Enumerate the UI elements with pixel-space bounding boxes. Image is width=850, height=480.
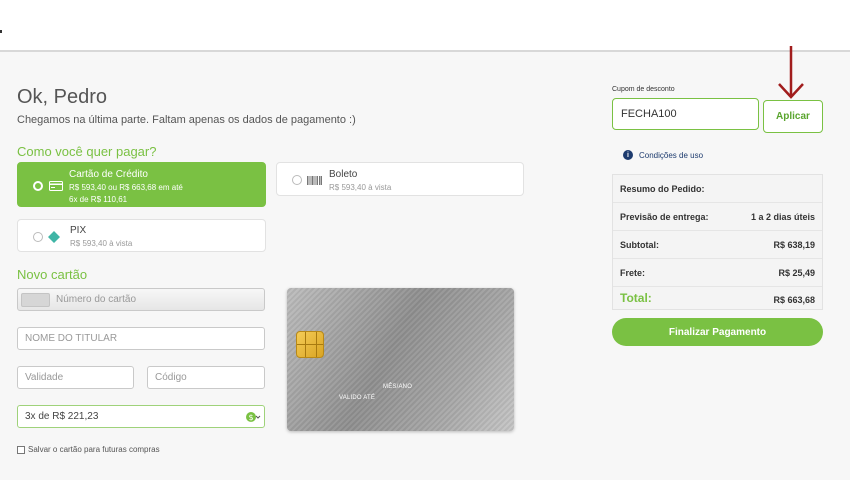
cvv-placeholder: Código — [155, 372, 187, 383]
payment-option-credit-card[interactable]: Cartão de Crédito R$ 593,40 ou R$ 663,68… — [17, 162, 266, 207]
card-preview-valid-label: VALIDO ATÉ — [339, 395, 376, 401]
delivery-label: Previsão de entrega: — [620, 211, 709, 222]
radio-credit-card[interactable] — [33, 181, 43, 191]
svg-text:$: $ — [248, 413, 253, 422]
cursor-mark — [0, 30, 2, 33]
summary-row-total: Total: R$ 663,68 — [613, 285, 822, 311]
shipping-label: Frete: — [620, 267, 646, 278]
payment-option-desc: R$ 593,40 ou R$ 663,68 em até — [69, 183, 183, 192]
delivery-value: 1 a 2 dias úteis — [750, 211, 815, 222]
summary-header: Resumo do Pedido: — [613, 175, 822, 203]
pix-icon — [48, 231, 60, 243]
installments-select[interactable]: 3x de R$ 221,23 $ — [17, 405, 265, 428]
payment-option-name: PIX — [70, 225, 87, 236]
summary-row-delivery: Previsão de entrega: 1 a 2 dias úteis — [613, 203, 822, 231]
payment-option-desc: R$ 593,40 à vista — [329, 183, 392, 192]
page-title: Ok, Pedro — [17, 86, 108, 108]
payment-option-installments: 6x de R$ 110,61 — [69, 195, 128, 204]
card-brand-placeholder-icon — [21, 292, 50, 307]
apply-coupon-button[interactable]: Aplicar — [763, 100, 823, 133]
barcode-icon — [307, 176, 322, 185]
radio-boleto[interactable] — [292, 175, 302, 185]
order-summary: Resumo do Pedido: Previsão de entrega: 1… — [612, 174, 823, 310]
total-value: R$ 663,68 — [773, 295, 815, 305]
annotation-arrow-icon — [778, 46, 804, 99]
validity-placeholder: Validade — [25, 372, 64, 383]
save-card-label: Salvar o cartão para futuras compras — [28, 445, 160, 454]
payment-section-title: Como você quer pagar? — [17, 144, 157, 159]
cvv-input[interactable]: Código — [147, 366, 265, 389]
coupon-label: Cupom de desconto — [612, 86, 675, 93]
summary-row-shipping: Frete: R$ 25,49 — [613, 259, 822, 287]
chip-icon — [296, 331, 324, 358]
top-bar — [0, 0, 850, 52]
credit-card-icon — [49, 181, 63, 191]
card-holder-input[interactable]: NOME DO TITULAR — [17, 327, 265, 350]
payment-option-boleto[interactable]: Boleto R$ 593,40 à vista — [276, 162, 524, 196]
card-number-input[interactable]: Número do cartão — [17, 288, 265, 311]
subtotal-value: R$ 638,19 — [773, 239, 815, 250]
installments-dropdown-icon: $ — [246, 412, 261, 422]
installments-value: 3x de R$ 221,23 — [25, 411, 99, 422]
subtotal-label: Subtotal: — [620, 239, 659, 250]
payment-option-name: Boleto — [329, 169, 358, 180]
coupon-value: FECHA100 — [621, 108, 677, 120]
summary-row-subtotal: Subtotal: R$ 638,19 — [613, 231, 822, 259]
info-icon: i — [623, 150, 633, 160]
card-preview: MÊS/ANO VALIDO ATÉ — [287, 288, 514, 431]
radio-pix[interactable] — [33, 232, 43, 242]
validity-input[interactable]: Validade — [17, 366, 134, 389]
payment-option-name: Cartão de Crédito — [69, 169, 148, 180]
save-card-row[interactable]: Salvar o cartão para futuras compras — [17, 445, 160, 454]
card-preview-expiry-text: MÊS/ANO — [383, 384, 413, 390]
coupon-input[interactable]: FECHA100 — [612, 98, 759, 130]
card-number-placeholder: Número do cartão — [56, 294, 137, 305]
terms-label: Condições de uso — [639, 150, 704, 160]
payment-option-desc: R$ 593,40 à vista — [70, 239, 133, 248]
terms-link[interactable]: i Condições de uso — [623, 150, 703, 160]
summary-title: Resumo do Pedido: — [620, 183, 705, 194]
total-label: Total: — [620, 291, 652, 305]
card-holder-placeholder: NOME DO TITULAR — [25, 333, 118, 344]
page-subtitle: Chegamos na última parte. Faltam apenas … — [17, 114, 356, 126]
finalize-payment-button[interactable]: Finalizar Pagamento — [612, 318, 823, 346]
payment-option-pix[interactable]: PIX R$ 593,40 à vista — [17, 219, 266, 252]
shipping-value: R$ 25,49 — [778, 267, 815, 278]
new-card-title: Novo cartão — [17, 267, 88, 282]
save-card-checkbox[interactable] — [17, 445, 25, 454]
